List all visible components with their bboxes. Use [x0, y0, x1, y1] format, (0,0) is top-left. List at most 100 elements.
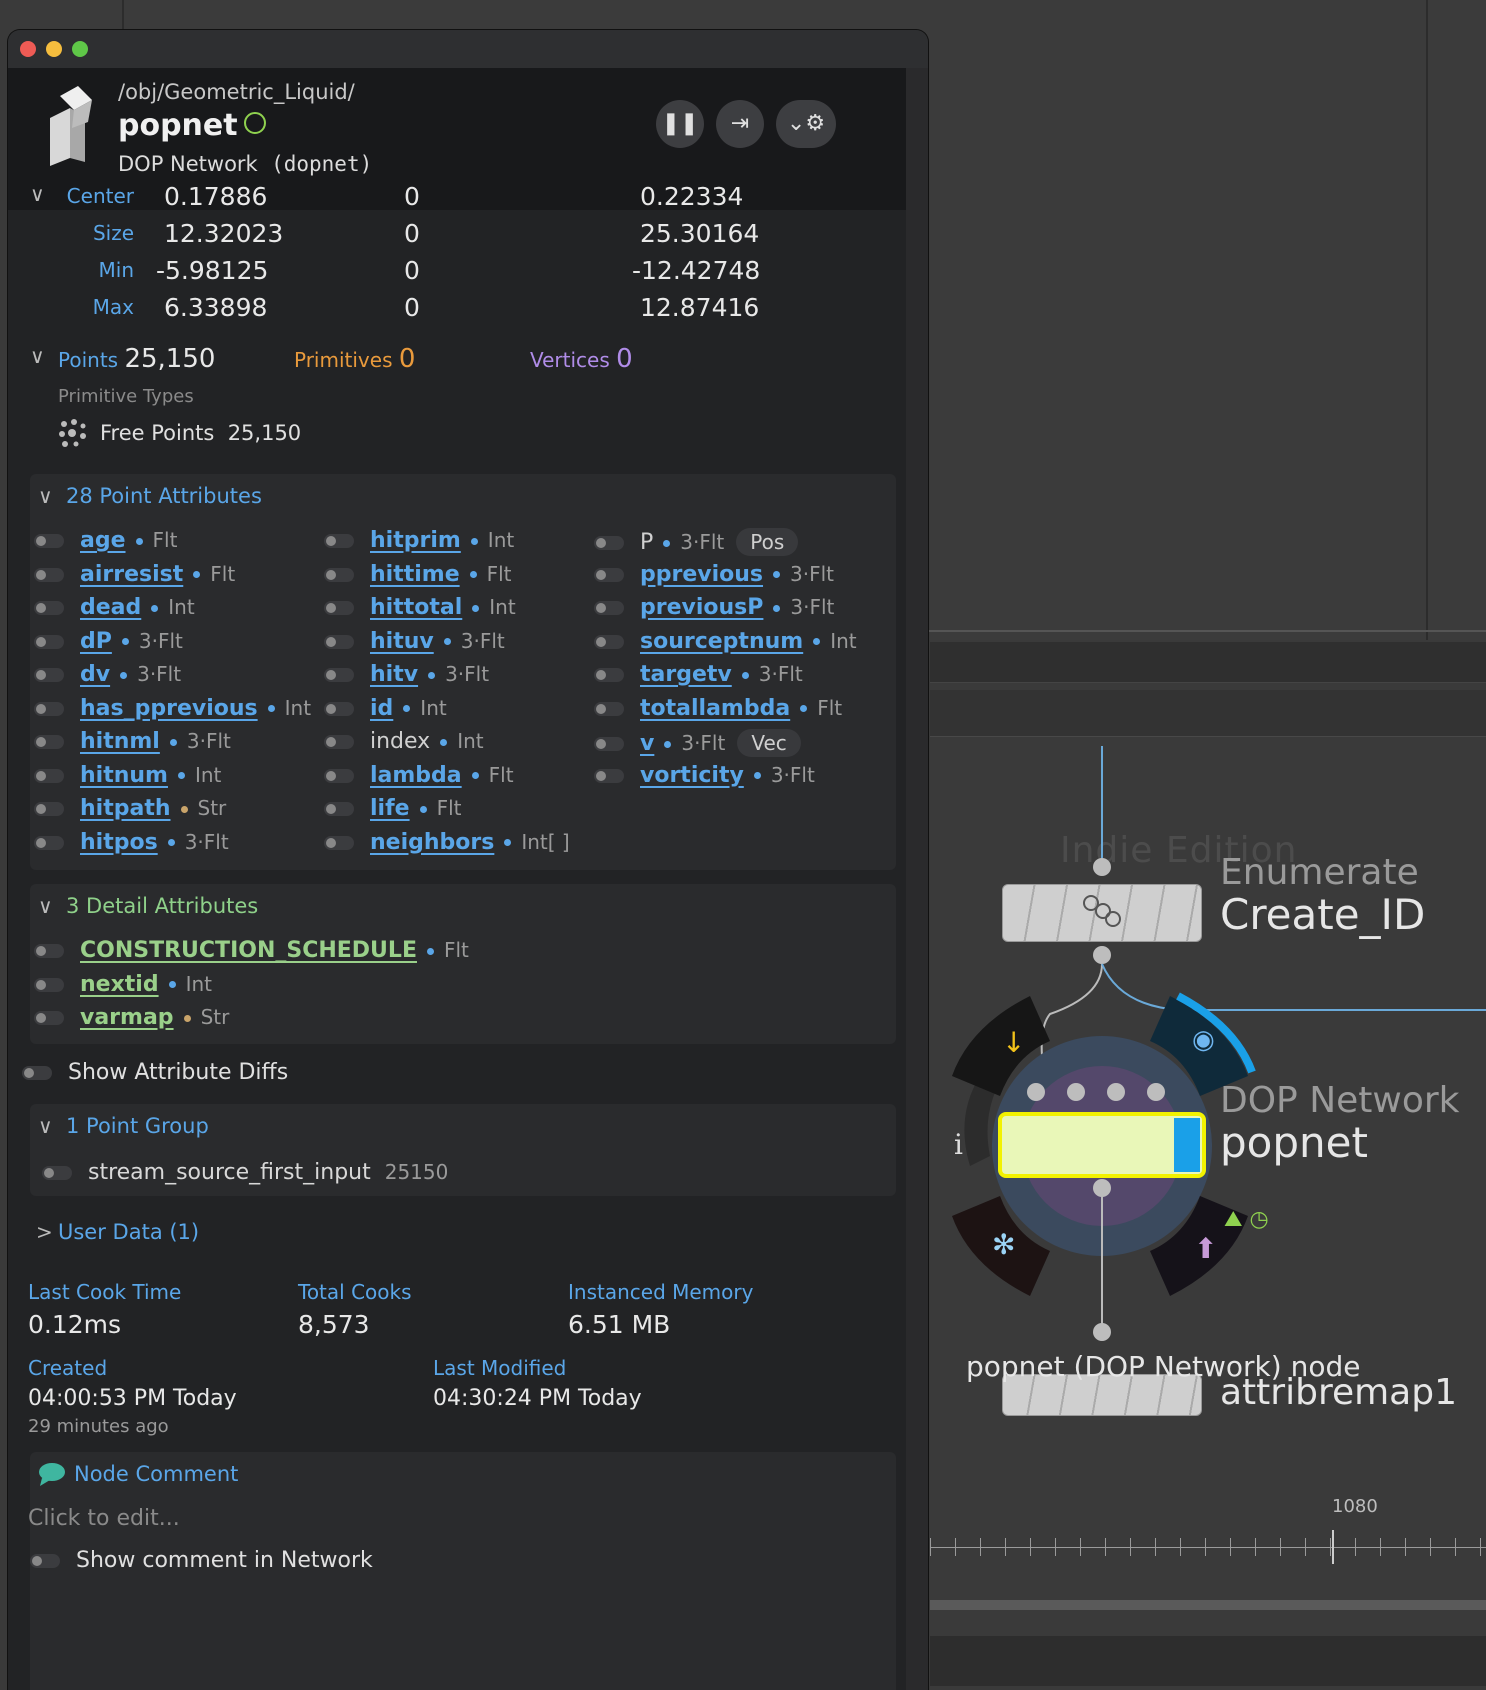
attribute-name[interactable]: v — [640, 731, 654, 756]
node-radial-menu[interactable]: ↓ ◉ i ✻ ⬆ ⛰ ◷ — [930, 746, 1486, 1366]
toggle-switch[interactable] — [594, 668, 624, 682]
pane-divider[interactable] — [1426, 0, 1428, 640]
toggle-switch[interactable] — [324, 567, 354, 582]
attribute-name[interactable]: P — [640, 530, 653, 555]
attribute-name[interactable]: hitnml — [80, 729, 160, 754]
attribute-name[interactable]: hituv — [370, 629, 434, 654]
show-attribute-diffs-toggle[interactable]: Show Attribute Diffs — [22, 1060, 288, 1085]
detail-attributes-title[interactable]: 3 Detail Attributes — [66, 894, 258, 918]
attribute-row: dv 3·Flt — [34, 662, 181, 687]
toggle-switch[interactable] — [324, 835, 354, 850]
toggle-switch[interactable] — [42, 1166, 72, 1180]
type-bullet-icon — [428, 671, 436, 679]
attribute-name[interactable]: neighbors — [370, 830, 494, 855]
comment-input[interactable]: Click to edit... — [28, 1506, 180, 1531]
attribute-name[interactable]: vorticity — [640, 763, 744, 788]
type-bullet-icon — [470, 537, 478, 545]
network-editor[interactable]: Indie Edition Enumerate Create_ID ↓ ◉ i … — [930, 746, 1486, 1496]
toggle-switch[interactable] — [594, 737, 624, 751]
toggle-switch[interactable] — [324, 701, 354, 716]
attribute-name[interactable]: hittime — [370, 562, 460, 587]
attribute-name[interactable]: varmap — [80, 1005, 174, 1030]
toggle-switch[interactable] — [34, 735, 64, 749]
attribute-type: Int[ ] — [521, 829, 570, 854]
toggle-switch[interactable] — [594, 634, 624, 649]
toggle-switch[interactable] — [594, 768, 624, 783]
toggle-switch[interactable] — [22, 1066, 52, 1080]
attribute-name[interactable]: previousP — [640, 595, 763, 620]
chevron-down-icon[interactable]: ∨ — [30, 344, 45, 368]
toggle-switch[interactable] — [34, 768, 64, 783]
chevron-down-icon[interactable]: ∨ — [38, 484, 53, 508]
toggle-switch[interactable] — [34, 835, 64, 850]
toggle-switch[interactable] — [34, 534, 64, 548]
attribute-row: hitpath Str — [34, 796, 226, 821]
attribute-row: v 3·Flt Vec — [594, 729, 801, 757]
attribute-name[interactable]: pprevious — [640, 562, 763, 587]
toggle-switch[interactable] — [324, 735, 354, 749]
dop-network-icon — [50, 86, 92, 166]
toggle-switch[interactable] — [34, 944, 64, 958]
user-data-toggle[interactable]: User Data (1) — [58, 1220, 199, 1244]
detail-attributes-section: ∨ 3 Detail Attributes CONSTRUCTION_SCHED… — [30, 884, 896, 1044]
attribute-name[interactable]: totallambda — [640, 696, 790, 721]
attribute-name[interactable]: airresist — [80, 562, 183, 587]
frame-cursor[interactable] — [1332, 1530, 1334, 1564]
attribute-name[interactable]: lambda — [370, 763, 462, 788]
toggle-switch[interactable] — [34, 977, 64, 992]
attribute-name[interactable]: hitprim — [370, 528, 461, 553]
toggle-switch[interactable] — [34, 601, 64, 615]
zoom-button[interactable] — [72, 41, 88, 57]
window-titlebar[interactable] — [8, 30, 928, 69]
attribute-name[interactable]: hitv — [370, 662, 418, 687]
attribute-name[interactable]: CONSTRUCTION_SCHEDULE — [80, 938, 417, 963]
attribute-name[interactable]: dv — [80, 662, 110, 687]
chevron-down-icon[interactable]: ∨ — [38, 1114, 53, 1138]
attribute-name[interactable]: hittotal — [370, 595, 462, 620]
timeline[interactable]: 1080 — [930, 1496, 1486, 1616]
toggle-switch[interactable] — [324, 634, 354, 649]
toggle-switch[interactable] — [324, 601, 354, 615]
toggle-switch[interactable] — [324, 668, 354, 682]
attribute-name[interactable]: index — [370, 729, 430, 754]
scrollbar[interactable] — [906, 68, 928, 1690]
point-group-title[interactable]: 1 Point Group — [66, 1114, 209, 1138]
toggle-switch[interactable] — [324, 534, 354, 548]
attribute-name[interactable]: has_pprevious — [80, 696, 258, 721]
toggle-switch[interactable] — [324, 802, 354, 816]
toggle-switch[interactable] — [34, 634, 64, 649]
attribute-name[interactable]: age — [80, 528, 126, 553]
attribute-name[interactable]: hitpos — [80, 830, 158, 855]
toggle-switch[interactable] — [594, 536, 624, 550]
attribute-name[interactable]: dP — [80, 629, 112, 654]
toggle-switch[interactable] — [324, 768, 354, 783]
toggle-switch[interactable] — [34, 668, 64, 682]
attribute-name[interactable]: sourceptnum — [640, 629, 803, 654]
attribute-name[interactable]: dead — [80, 595, 141, 620]
toggle-switch[interactable] — [594, 567, 624, 582]
minimize-button[interactable] — [46, 41, 62, 57]
toggle-switch[interactable] — [594, 601, 624, 615]
toggle-switch[interactable] — [34, 802, 64, 816]
settings-button[interactable]: ⌄⚙ — [776, 100, 836, 148]
attribute-name[interactable]: hitnum — [80, 763, 168, 788]
close-button[interactable] — [20, 41, 36, 57]
attribute-type: 3·Flt — [445, 662, 490, 686]
timeline-range-bar[interactable] — [930, 1600, 1486, 1610]
toggle-switch[interactable] — [34, 701, 64, 716]
attribute-name[interactable]: hitpath — [80, 796, 171, 821]
attribute-name[interactable]: life — [370, 796, 410, 821]
attribute-name[interactable]: nextid — [80, 972, 159, 997]
pause-button[interactable]: ❚❚ — [656, 100, 704, 148]
toggle-switch[interactable] — [34, 1011, 64, 1025]
chevron-right-icon[interactable]: > — [36, 1220, 53, 1244]
point-attributes-title[interactable]: 28 Point Attributes — [66, 484, 262, 508]
show-comment-toggle[interactable]: Show comment in Network — [30, 1548, 373, 1573]
chevron-down-icon[interactable]: ∨ — [38, 894, 53, 918]
toggle-switch[interactable] — [30, 1554, 60, 1568]
attribute-name[interactable]: id — [370, 696, 393, 721]
pin-button[interactable]: ⇥ — [716, 100, 764, 148]
attribute-name[interactable]: targetv — [640, 662, 732, 687]
toggle-switch[interactable] — [594, 701, 624, 716]
toggle-switch[interactable] — [34, 567, 64, 582]
